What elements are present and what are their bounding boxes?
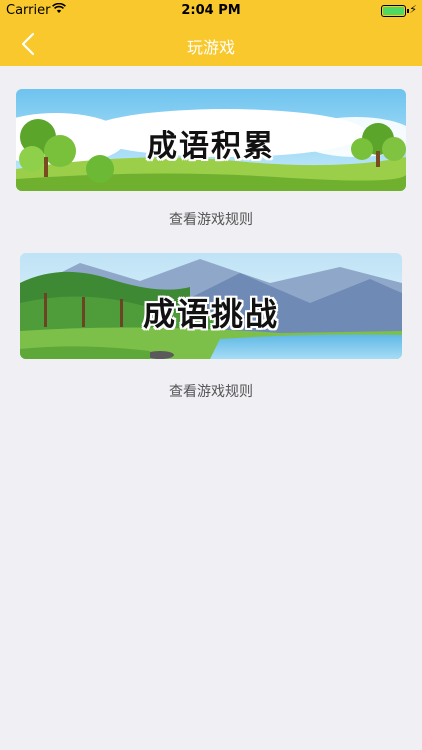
banner-title: 成语挑战: [142, 295, 279, 333]
charging-icon: ⚡: [409, 3, 417, 16]
game-card-challenge[interactable]: 成语挑战: [20, 253, 402, 359]
view-rules-link-accumulate[interactable]: 查看游戏规则: [0, 209, 422, 229]
status-time: 2:04 PM: [181, 3, 241, 18]
page-title: 玩游戏: [186, 38, 235, 57]
status-bar: Carrier 2:04 PM ⚡: [0, 0, 422, 22]
banner-title: 成语积累: [147, 129, 275, 164]
view-rules-link-challenge[interactable]: 查看游戏规则: [0, 381, 422, 401]
game-card-accumulate[interactable]: 成语积累: [16, 89, 406, 191]
nav-bar: 玩游戏: [0, 22, 422, 66]
header: Carrier 2:04 PM ⚡ 玩游戏: [0, 0, 422, 66]
battery-icon: [381, 5, 406, 17]
